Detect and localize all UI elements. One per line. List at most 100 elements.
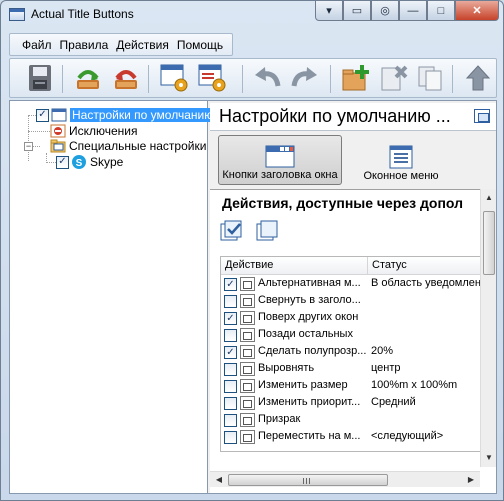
- tab-title-buttons-label: Кнопки заголовка окна: [222, 169, 338, 181]
- row-checkbox[interactable]: [224, 295, 237, 308]
- tree-item-specific-settings[interactable]: Специальные настройки: [50, 138, 206, 154]
- column-status[interactable]: Статус: [372, 259, 407, 271]
- window-icon: [51, 107, 67, 123]
- tree-item-exceptions[interactable]: Исключения: [50, 123, 138, 139]
- menu-file[interactable]: Файл: [18, 38, 56, 52]
- action-icon: [240, 430, 255, 444]
- table-row[interactable]: ✓ Альтернативная м... В область уведомлени: [221, 276, 481, 293]
- horizontal-scroll-thumb[interactable]: [228, 474, 388, 486]
- row-checkbox[interactable]: [224, 363, 237, 376]
- folder-icon: [50, 138, 66, 154]
- row-checkbox[interactable]: [224, 431, 237, 444]
- dropdown-menu-button[interactable]: ▾: [315, 1, 343, 21]
- action-icon: [240, 311, 255, 325]
- undo-icon[interactable]: [252, 62, 284, 94]
- action-name: Выровнять: [258, 362, 315, 374]
- default-settings-checkbox[interactable]: ✓: [36, 108, 49, 122]
- tab-window-menu[interactable]: Оконное меню: [358, 135, 444, 185]
- vertical-scroll-thumb[interactable]: [483, 211, 495, 275]
- save-icon[interactable]: [24, 62, 56, 94]
- export-icon[interactable]: [110, 62, 142, 94]
- row-checkbox[interactable]: [224, 414, 237, 427]
- skype-checkbox[interactable]: ✓: [56, 155, 69, 169]
- title-buttons-icon: [265, 145, 295, 168]
- maximize-button[interactable]: □: [427, 1, 455, 21]
- table-row[interactable]: Переместить на м... <следующий>: [221, 429, 481, 446]
- action-icon: [240, 413, 255, 427]
- row-checkbox[interactable]: ✓: [224, 312, 237, 325]
- client-area: ✓ Настройки по умолчанию Исключения − Сп…: [9, 100, 497, 494]
- table-row[interactable]: ✓ Поверх других окон: [221, 310, 481, 327]
- minimize-button[interactable]: —: [399, 1, 427, 21]
- action-name: Сделать полупрозр...: [258, 345, 366, 357]
- row-checkbox[interactable]: [224, 397, 237, 410]
- collapse-specific-button[interactable]: −: [24, 142, 33, 151]
- app-icon[interactable]: [9, 8, 25, 21]
- tree-item-default-settings[interactable]: ✓ Настройки по умолчанию: [36, 107, 216, 123]
- exceptions-icon: [50, 123, 66, 139]
- tree-item-skype[interactable]: ✓ S Skype: [56, 154, 123, 170]
- settings-header: Настройки по умолчанию ...: [210, 103, 496, 131]
- table-row[interactable]: Свернуть в заголо...: [221, 293, 481, 310]
- actions-grid[interactable]: Действие Статус ✓ Альтернативная м... В об…: [220, 256, 482, 452]
- table-row[interactable]: Изменить приорит... Средний: [221, 395, 481, 412]
- check-all-icon[interactable]: [220, 220, 246, 242]
- column-action[interactable]: Действие: [225, 259, 273, 271]
- menu-help[interactable]: Помощь: [173, 38, 227, 52]
- window-icon: [474, 109, 490, 123]
- app-window: Actual Title Buttons ▾ ▭ ◎ — □ ✕ Файл Пр…: [0, 0, 504, 501]
- row-checkbox[interactable]: [224, 380, 237, 393]
- action-name: Поверх других окон: [258, 311, 359, 323]
- table-row[interactable]: Позади остальных: [221, 327, 481, 344]
- action-icon: [240, 396, 255, 410]
- row-checkbox[interactable]: [224, 329, 237, 342]
- action-icon: [240, 379, 255, 393]
- horizontal-scrollbar[interactable]: ◀ ▶: [210, 471, 480, 487]
- toolbar: [9, 58, 497, 98]
- grid-header: Действие Статус: [221, 257, 481, 275]
- table-row[interactable]: Призрак: [221, 412, 481, 429]
- action-icon: [240, 294, 255, 308]
- action-status: Средний: [371, 396, 416, 408]
- scroll-left-arrow[interactable]: ◀: [212, 473, 226, 487]
- title-bar[interactable]: Actual Title Buttons ▾ ▭ ◎ — □ ✕: [1, 1, 503, 29]
- minimize-to-title-button[interactable]: ▭: [343, 1, 371, 21]
- copy-rule-icon[interactable]: [414, 62, 446, 94]
- pin-on-top-button[interactable]: ◎: [371, 1, 399, 21]
- table-row[interactable]: Выровнять центр: [221, 361, 481, 378]
- rules-tree[interactable]: ✓ Настройки по умолчанию Исключения − Сп…: [10, 101, 216, 493]
- row-checkbox[interactable]: ✓: [224, 346, 237, 359]
- tab-title-buttons[interactable]: Кнопки заголовка окна: [218, 135, 342, 185]
- uncheck-all-icon[interactable]: [256, 220, 282, 242]
- action-status: <следующий>: [371, 430, 444, 442]
- action-name: Призрак: [258, 413, 301, 425]
- caption-buttons: ▾ ▭ ◎ — □ ✕: [315, 1, 499, 22]
- redo-icon[interactable]: [288, 62, 320, 94]
- skype-label: Skype: [90, 155, 124, 169]
- menu-rules[interactable]: Правила: [56, 38, 113, 52]
- action-icon: [240, 345, 255, 359]
- table-row[interactable]: ✓ Сделать полупрозр... 20%: [221, 344, 481, 361]
- scroll-right-arrow[interactable]: ▶: [464, 473, 478, 487]
- action-status: центр: [371, 362, 401, 374]
- settings-pane: Настройки по умолчанию ... Кнопки заголо…: [210, 101, 496, 493]
- window-settings-icon[interactable]: [158, 62, 190, 94]
- vertical-scrollbar[interactable]: ▲ ▼: [480, 189, 496, 467]
- default-settings-label: Настройки по умолчанию: [70, 108, 216, 122]
- action-name: Изменить размер: [258, 379, 348, 391]
- scroll-down-arrow[interactable]: ▼: [482, 451, 496, 465]
- new-rule-icon[interactable]: [340, 62, 372, 94]
- move-up-icon[interactable]: [462, 62, 494, 94]
- window-rules-icon[interactable]: [196, 62, 228, 94]
- settings-title: Настройки по умолчанию ...: [219, 106, 451, 126]
- delete-rule-icon[interactable]: [378, 62, 410, 94]
- window-menu-icon: [389, 145, 413, 169]
- scroll-up-arrow[interactable]: ▲: [482, 191, 496, 205]
- table-row[interactable]: Изменить размер 100%m x 100%m: [221, 378, 481, 395]
- action-name: Изменить приорит...: [258, 396, 361, 408]
- exceptions-label: Исключения: [69, 124, 138, 138]
- import-icon[interactable]: [72, 62, 104, 94]
- close-button[interactable]: ✕: [455, 1, 499, 21]
- menu-actions[interactable]: Действия: [112, 38, 173, 52]
- row-checkbox[interactable]: ✓: [224, 278, 237, 291]
